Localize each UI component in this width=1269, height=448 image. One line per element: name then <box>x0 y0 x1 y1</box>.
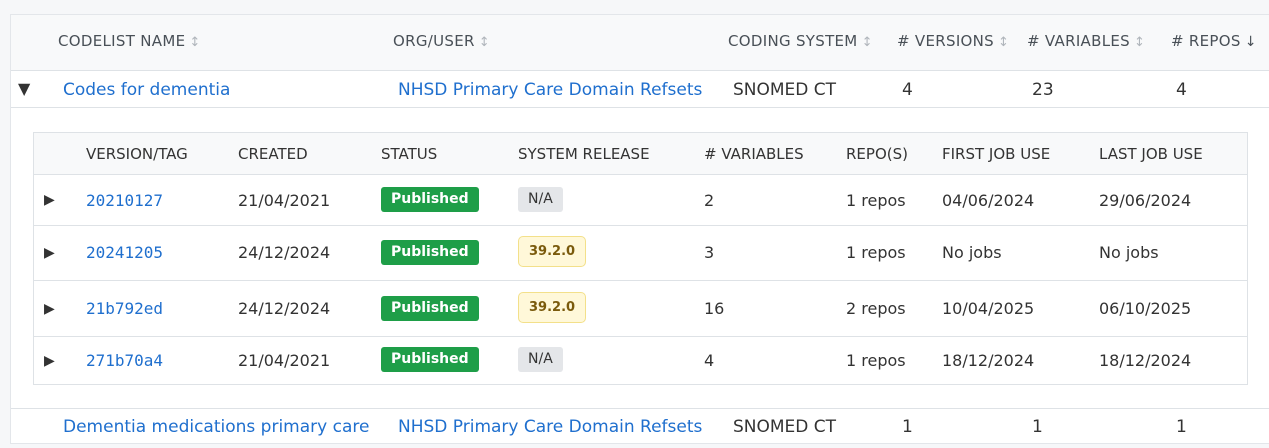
repos-count: 1 repos <box>846 351 906 370</box>
sort-icon[interactable]: ↕ <box>998 35 1009 50</box>
variables-count: 3 <box>704 243 715 262</box>
codelist-name-link[interactable]: Dementia medications primary care <box>63 417 369 437</box>
header-last-job: LAST JOB USE <box>1099 145 1203 163</box>
version-tag-link[interactable]: 20210127 <box>86 191 163 210</box>
sort-icon[interactable]: ↕ <box>862 35 873 50</box>
variables-count: 4 <box>704 351 715 370</box>
expand-caret-icon[interactable]: ▶ <box>44 245 55 261</box>
codelist-table: CODELIST NAME ↕ ORG/USER ↕ CODING SYSTEM ↕ … <box>10 14 1269 444</box>
version-row: ▶ 20210127 21/04/2021 Published N/A 2 1 … <box>34 175 1247 226</box>
repos-count: 4 <box>1176 80 1187 100</box>
first-job-use: 10/04/2025 <box>942 299 1035 318</box>
sort-icon[interactable]: ↕ <box>189 35 200 50</box>
last-job-use: 29/06/2024 <box>1099 191 1192 210</box>
created-date: 24/12/2024 <box>238 243 331 262</box>
sort-desc-icon[interactable]: ↓ <box>1245 34 1257 50</box>
created-date: 24/12/2024 <box>238 299 331 318</box>
repos-count: 1 repos <box>846 243 906 262</box>
version-row: ▶ 21b792ed 24/12/2024 Published 39.2.0 1… <box>34 281 1247 337</box>
header-variables: # VARIABLES <box>704 145 804 163</box>
header-created: CREATED <box>238 145 308 163</box>
header-codelist-name[interactable]: CODELIST NAME ↕ <box>58 32 201 50</box>
table-row: ▼ Codes for dementia NHSD Primary Care D… <box>11 71 1269 108</box>
org-link[interactable]: NHSD Primary Care Domain Refsets <box>398 417 702 437</box>
versions-count: 4 <box>902 80 913 100</box>
coding-system: SNOMED CT <box>733 80 837 100</box>
versions-count: 1 <box>902 417 913 437</box>
status-badge: Published <box>381 240 479 265</box>
coding-system: SNOMED CT <box>733 417 837 437</box>
version-tag-link[interactable]: 21b792ed <box>86 299 163 318</box>
created-date: 21/04/2021 <box>238 191 331 210</box>
sort-icon[interactable]: ↕ <box>479 35 490 50</box>
first-job-use: 04/06/2024 <box>942 191 1035 210</box>
versions-header: VERSION/TAG CREATED STATUS SYSTEM RELEAS… <box>34 133 1247 175</box>
release-badge: N/A <box>518 347 563 372</box>
expand-caret-icon[interactable]: ▶ <box>44 192 55 208</box>
last-job-use: 06/10/2025 <box>1099 299 1192 318</box>
version-tag-link[interactable]: 271b70a4 <box>86 351 163 370</box>
codelist-name-link[interactable]: Codes for dementia <box>63 80 230 100</box>
repos-count: 1 repos <box>846 191 906 210</box>
variables-count: 1 <box>1032 417 1043 437</box>
variables-count: 23 <box>1032 80 1054 100</box>
header-repos[interactable]: # REPOS ↓ <box>1171 32 1257 50</box>
header-version-tag: VERSION/TAG <box>86 145 188 163</box>
release-badge: 39.2.0 <box>518 236 587 267</box>
last-job-use: No jobs <box>1099 243 1159 262</box>
variables-count: 2 <box>704 191 715 210</box>
status-badge: Published <box>381 296 479 321</box>
header-first-job: FIRST JOB USE <box>942 145 1051 163</box>
variables-count: 16 <box>704 299 725 318</box>
expand-caret-icon[interactable]: ▶ <box>44 301 55 317</box>
header-variables[interactable]: # VARIABLES ↕ <box>1027 32 1145 50</box>
first-job-use: 18/12/2024 <box>942 351 1035 370</box>
header-system-release: SYSTEM RELEASE <box>518 145 650 163</box>
header-repos: REPO(S) <box>846 145 908 163</box>
table-header: CODELIST NAME ↕ ORG/USER ↕ CODING SYSTEM ↕ … <box>11 15 1269 71</box>
version-row: ▶ 20241205 24/12/2024 Published 39.2.0 3… <box>34 226 1247 281</box>
header-coding-system[interactable]: CODING SYSTEM ↕ <box>728 32 873 50</box>
status-badge: Published <box>381 347 479 372</box>
org-link[interactable]: NHSD Primary Care Domain Refsets <box>398 80 702 100</box>
header-org-user[interactable]: ORG/USER ↕ <box>393 32 490 50</box>
header-status: STATUS <box>381 145 438 163</box>
version-row: ▶ 271b70a4 21/04/2021 Published N/A 4 1 … <box>34 337 1247 386</box>
sort-icon[interactable]: ↕ <box>1134 35 1145 50</box>
version-tag-link[interactable]: 20241205 <box>86 243 163 262</box>
release-badge: N/A <box>518 187 563 212</box>
last-job-use: 18/12/2024 <box>1099 351 1192 370</box>
first-job-use: No jobs <box>942 243 1002 262</box>
collapse-caret-icon[interactable]: ▼ <box>18 79 30 98</box>
release-badge: 39.2.0 <box>518 292 587 323</box>
created-date: 21/04/2021 <box>238 351 331 370</box>
header-versions[interactable]: # VERSIONS ↕ <box>897 32 1009 50</box>
repos-count: 1 <box>1176 417 1187 437</box>
versions-subtable: VERSION/TAG CREATED STATUS SYSTEM RELEAS… <box>33 132 1248 385</box>
repos-count: 2 repos <box>846 299 906 318</box>
status-badge: Published <box>381 187 479 212</box>
expand-caret-icon[interactable]: ▶ <box>44 353 55 369</box>
table-row: Dementia medications primary care NHSD P… <box>11 408 1269 448</box>
